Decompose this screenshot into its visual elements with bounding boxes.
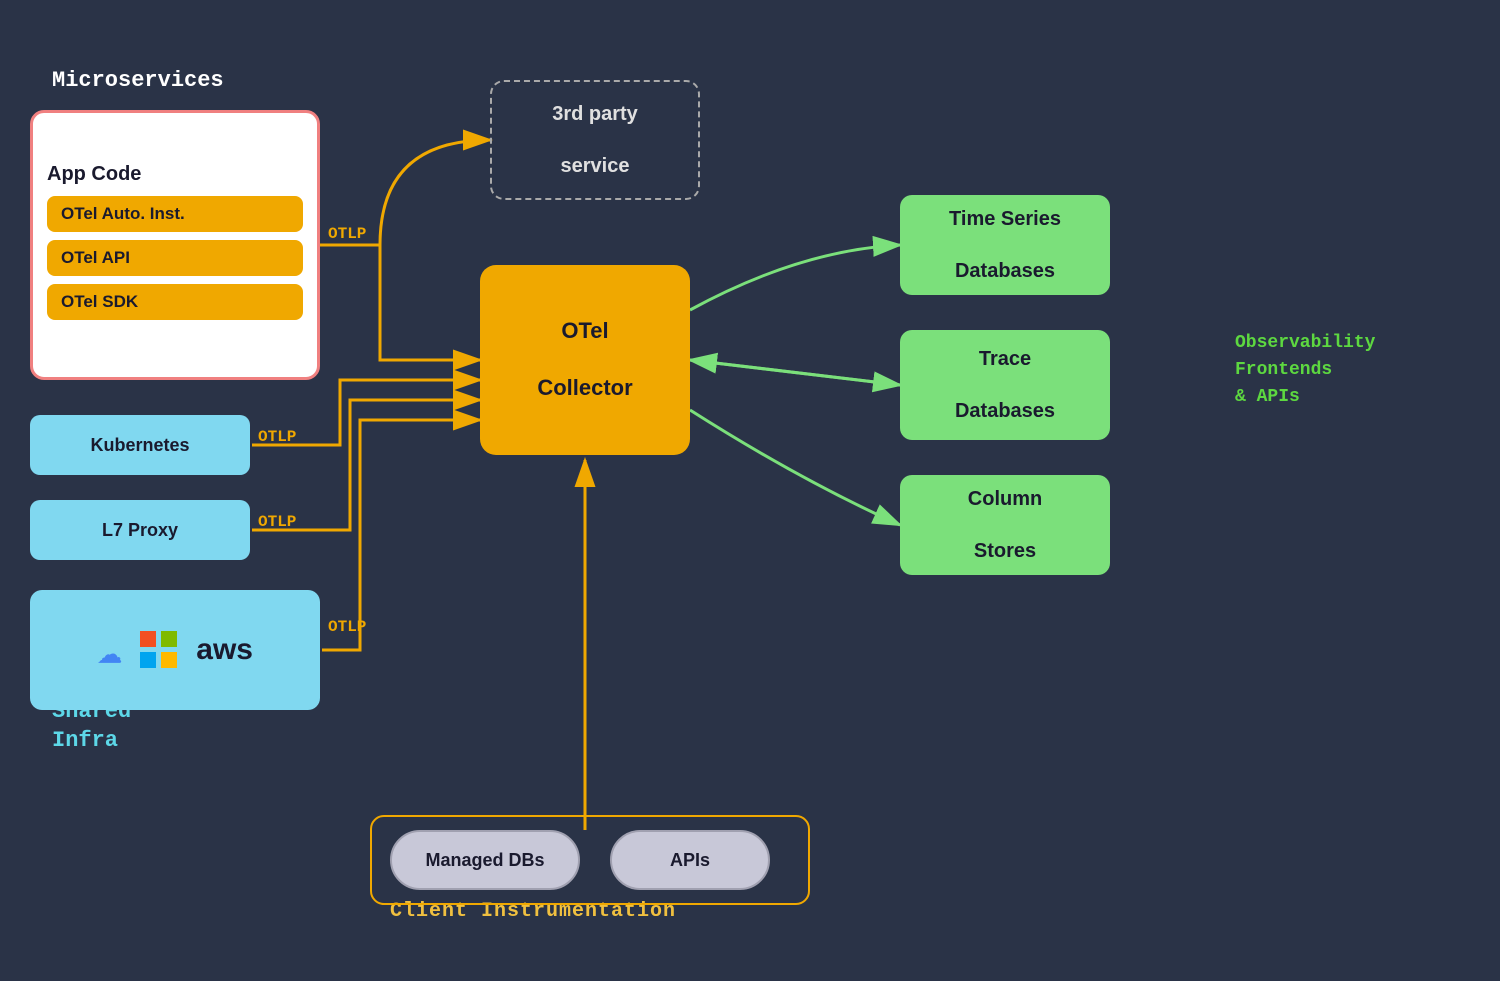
box-apis: APIs [610, 830, 770, 890]
box-cloud-providers: ☁ aws [30, 590, 320, 710]
otlp-label-2: OTLP [258, 428, 296, 446]
box-kubernetes: Kubernetes [30, 415, 250, 475]
box-trace-databases: Trace Databases [900, 330, 1110, 440]
google-cloud-icon: ☁ [97, 624, 122, 676]
badge-otel-auto: OTel Auto. Inst. [47, 196, 303, 232]
box-3rd-party: 3rd party service [490, 80, 700, 200]
box-otel-collector: OTel Collector [480, 265, 690, 455]
box-column-stores: Column Stores [900, 475, 1110, 575]
appcode-title: App Code [47, 163, 141, 186]
otlp-label-4: OTLP [328, 618, 366, 636]
box-appcode: App Code OTel Auto. Inst. OTel API OTel … [30, 110, 320, 380]
aws-text: aws [196, 633, 253, 667]
otlp-label-1: OTLP [328, 225, 366, 243]
otlp-label-3: OTLP [258, 513, 296, 531]
label-microservices: Microservices [52, 68, 224, 93]
label-observability: Observability Frontends & APIs [1235, 330, 1375, 411]
microsoft-icon [140, 631, 178, 669]
box-time-series-databases: Time Series Databases [900, 195, 1110, 295]
box-managed-dbs: Managed DBs [390, 830, 580, 890]
diagram-container: Microservices Shared Infra Client Instru… [0, 0, 1500, 981]
box-l7proxy: L7 Proxy [30, 500, 250, 560]
badge-otel-sdk: OTel SDK [47, 284, 303, 320]
badge-otel-api: OTel API [47, 240, 303, 276]
